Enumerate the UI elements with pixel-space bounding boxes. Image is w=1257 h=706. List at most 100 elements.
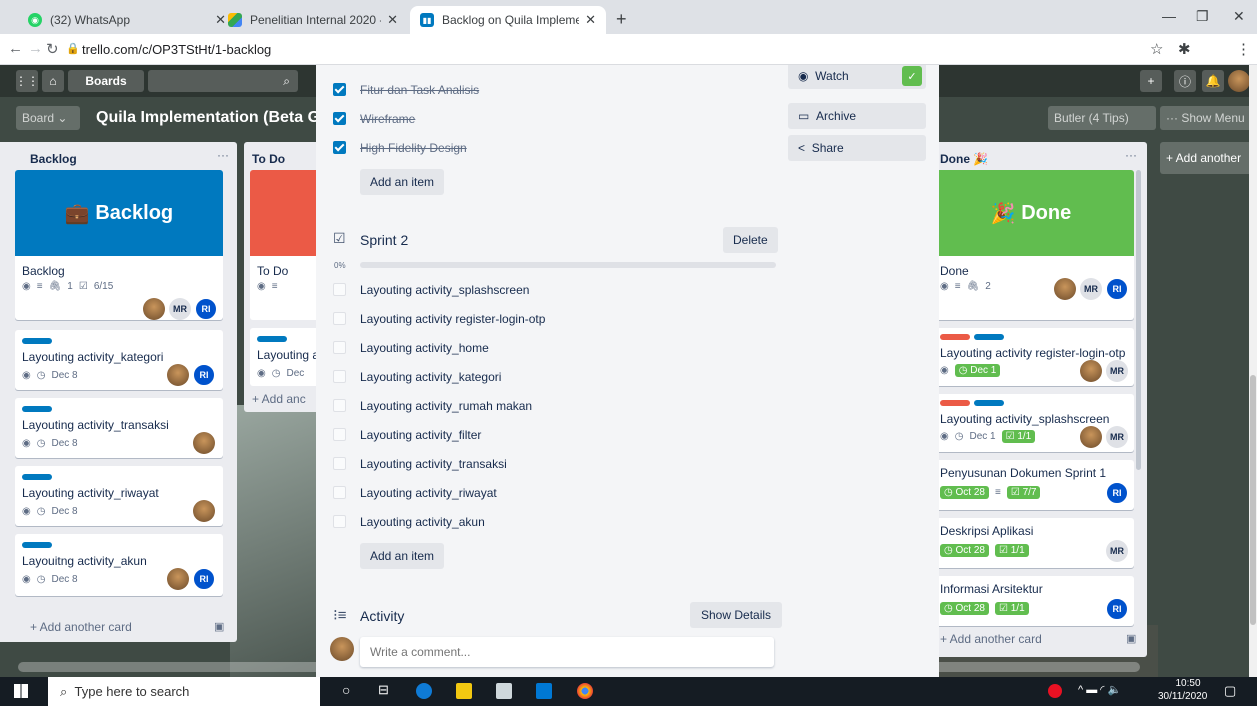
forward-icon[interactable]: →	[28, 40, 43, 57]
checklist-item[interactable]: Layouting activity_akun	[360, 515, 485, 529]
url-field[interactable]: trello.com/c/OP3TStHt/1-backlog	[82, 42, 271, 57]
checklist-checkbox[interactable]	[333, 341, 346, 354]
checklist-checkbox[interactable]	[333, 428, 346, 441]
board-menu-button[interactable]: Board ⌄	[16, 106, 80, 130]
list-title[interactable]: Backlog	[30, 152, 77, 166]
watch-button[interactable]: ◉ Watch ✓	[788, 65, 926, 89]
clock-time[interactable]: 10:50	[1166, 678, 1210, 689]
add-another-list-button[interactable]: + Add another	[1160, 142, 1257, 174]
mail-icon[interactable]	[536, 683, 552, 699]
checklist-title[interactable]: Sprint 2	[360, 232, 408, 248]
checklist-item[interactable]: Fitur dan Task Analisis	[360, 83, 479, 97]
card[interactable]: Penyusunan Dokumen Sprint 1 ◷ Oct 28 ≡ ☑ 7…	[928, 460, 1134, 510]
checklist-item[interactable]: Layouting activity_riwayat	[360, 486, 497, 500]
checklist-item[interactable]: High Fidelity Design	[360, 141, 467, 155]
page-scrollbar[interactable]	[1249, 65, 1257, 677]
close-window-button[interactable]: ✕	[1233, 8, 1245, 25]
checklist-checkbox[interactable]	[333, 515, 346, 528]
checklist-checkbox[interactable]	[333, 457, 346, 470]
file-explorer-icon[interactable]	[456, 683, 472, 699]
maximize-button[interactable]: ❐	[1196, 8, 1209, 25]
card[interactable]: Layouitng activity_akun ◉ ◷ Dec 8 RI	[15, 534, 223, 596]
card-todo[interactable]: To Do ◉ ≡	[250, 170, 324, 320]
system-tray-icons[interactable]: ^ ▬ ◜ 🔈	[1078, 683, 1121, 696]
checklist-checkbox[interactable]	[333, 312, 346, 325]
new-tab-button[interactable]: +	[616, 9, 627, 30]
list-title[interactable]: To Do	[252, 152, 285, 166]
info-icon[interactable]: ⓘ	[1174, 70, 1196, 92]
checklist-item[interactable]: Layouting activity_splashscreen	[360, 283, 529, 297]
card[interactable]: Informasi Arsitektur ◷ Oct 28 ☑ 1/1 RI	[928, 576, 1134, 626]
edge-icon[interactable]	[416, 683, 432, 699]
checklist-checkbox[interactable]	[333, 83, 346, 96]
checklist-checkbox[interactable]	[333, 486, 346, 499]
add-item-button[interactable]: Add an item	[360, 169, 445, 195]
butler-button[interactable]: Butler (4 Tips)	[1048, 106, 1156, 130]
add-item-button[interactable]: Add an item	[360, 543, 445, 569]
notifications-icon[interactable]: 🔔	[1202, 70, 1224, 92]
card[interactable]: Layouting activity register-login-otp ◉ ◷…	[928, 328, 1134, 386]
checklist-checkbox[interactable]	[333, 283, 346, 296]
archive-button[interactable]: ▭ Archive	[788, 103, 926, 129]
list-scrollbar[interactable]	[1136, 170, 1141, 470]
board-search[interactable]: ⌕	[148, 70, 298, 92]
checklist-item[interactable]: Layouting activity_home	[360, 341, 489, 355]
apps-grid-icon[interactable]: ⋮⋮	[15, 70, 39, 92]
create-icon[interactable]: +	[1140, 70, 1162, 92]
close-tab-icon[interactable]: ✕	[387, 12, 398, 28]
bookmark-star-icon[interactable]: ☆	[1150, 40, 1163, 58]
card[interactable]: Layouting activity_splashscreen ◉ ◷ Dec 1 ☑…	[928, 394, 1134, 452]
cortana-icon[interactable]: ○	[342, 682, 350, 698]
store-icon[interactable]	[496, 683, 512, 699]
user-avatar[interactable]	[1228, 70, 1250, 92]
card-backlog[interactable]: 💼 Backlog Backlog ◉ ≡ 🖇 1 ☑ 6/15 MR RI	[15, 170, 223, 320]
lock-icon[interactable]: 🔒	[66, 42, 80, 55]
show-menu-button[interactable]: ··· Show Menu	[1160, 106, 1257, 130]
scrollbar-thumb[interactable]	[1250, 375, 1256, 625]
add-card-button[interactable]: + Add another card	[940, 632, 1042, 646]
tab-whatsapp[interactable]: ◉ (32) WhatsApp ✕	[18, 6, 236, 34]
chrome-icon[interactable]	[577, 683, 593, 699]
tab-google-drive[interactable]: Penelitian Internal 2020 - Google ✕	[218, 6, 408, 34]
add-card-button[interactable]: + Add another card	[30, 620, 132, 634]
show-details-button[interactable]: Show Details	[690, 602, 783, 628]
checklist-item[interactable]: Layouting activity_kategori	[360, 370, 501, 384]
add-card-button[interactable]: + Add anc	[252, 392, 306, 406]
card[interactable]: Layouting activity_riwayat ◉ ◷ Dec 8	[15, 466, 223, 526]
board-title[interactable]: Quila Implementation (Beta Gro	[96, 109, 336, 127]
share-button[interactable]: < Share	[788, 135, 926, 161]
home-icon[interactable]: ⌂	[42, 70, 64, 92]
card-template-icon[interactable]: ▣	[1126, 632, 1136, 645]
security-tray-icon[interactable]	[1048, 684, 1062, 698]
browser-menu-icon[interactable]: ⋮	[1236, 40, 1251, 58]
list-menu-icon[interactable]: ···	[217, 148, 229, 162]
taskbar-search[interactable]: ⌕ Type here to search	[48, 677, 320, 706]
checklist-item[interactable]: Layouting activity_filter	[360, 428, 481, 442]
windows-start-icon[interactable]	[14, 684, 28, 698]
checklist-item[interactable]: Layouting activity_transaksi	[360, 457, 507, 471]
card-done[interactable]: 🎉 Done Done ◉ ≡ 🖇 2 MR RI	[928, 170, 1134, 320]
card-template-icon[interactable]: ▣	[214, 620, 224, 633]
card[interactable]: Layouting activity_kategori ◉ ◷ Dec 8 RI	[15, 330, 223, 390]
card[interactable]: Layouting activity_transaksi ◉ ◷ Dec 8	[15, 398, 223, 458]
extensions-icon[interactable]: ✱	[1178, 40, 1191, 58]
minimize-button[interactable]: —	[1162, 8, 1176, 24]
delete-checklist-button[interactable]: Delete	[723, 227, 778, 253]
checklist-item[interactable]: Layouting activity_rumah makan	[360, 399, 532, 413]
reload-icon[interactable]: ↻	[46, 40, 59, 58]
checklist-checkbox[interactable]	[333, 370, 346, 383]
list-menu-icon[interactable]: ···	[1125, 148, 1137, 162]
checklist-item[interactable]: Layouting activity register-login-otp	[360, 312, 545, 326]
checklist-item[interactable]: Wireframe	[360, 112, 415, 126]
card[interactable]: Deskripsi Aplikasi ◷ Oct 28 ☑ 1/1 MR	[928, 518, 1134, 568]
boards-button[interactable]: Boards	[68, 70, 144, 92]
tab-trello-backlog[interactable]: ▮▮ Backlog on Quila Implementation ✕	[410, 6, 606, 34]
clock-date[interactable]: 30/11/2020	[1158, 691, 1207, 702]
close-tab-icon[interactable]: ✕	[585, 12, 596, 28]
card[interactable]: Layouting a ◉ ◷ Dec	[250, 328, 324, 386]
comment-input[interactable]	[360, 637, 774, 667]
list-title[interactable]: Done 🎉	[940, 152, 988, 166]
checklist-checkbox[interactable]	[333, 141, 346, 154]
task-view-icon[interactable]: ⊟	[378, 682, 389, 698]
back-icon[interactable]: ←	[8, 40, 23, 57]
